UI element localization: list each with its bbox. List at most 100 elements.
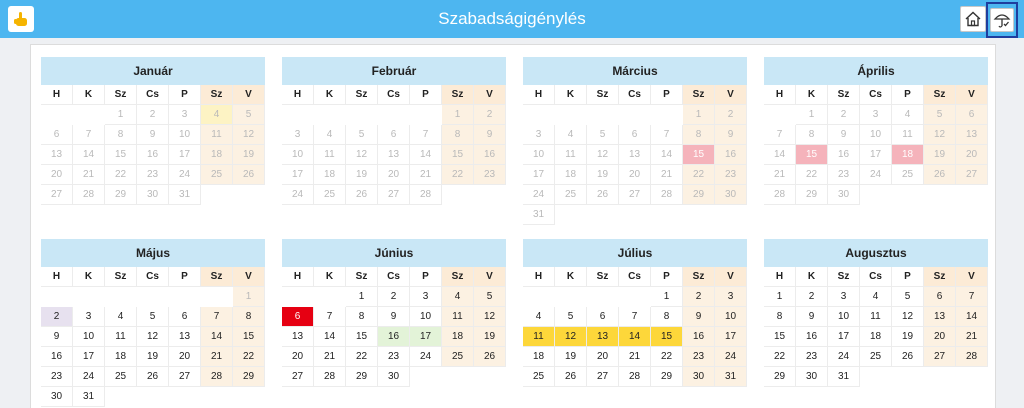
day-cell[interactable]: 19 <box>474 327 506 347</box>
day-cell[interactable]: 1 <box>442 105 474 125</box>
day-cell[interactable]: 28 <box>651 185 683 205</box>
day-cell[interactable]: 3 <box>282 125 314 145</box>
day-cell[interactable]: 22 <box>651 347 683 367</box>
day-cell[interactable]: 26 <box>924 165 956 185</box>
day-cell[interactable]: 14 <box>651 145 683 165</box>
day-cell[interactable]: 9 <box>137 125 169 145</box>
day-cell[interactable]: 20 <box>619 165 651 185</box>
day-cell[interactable]: 5 <box>892 287 924 307</box>
day-cell[interactable]: 24 <box>523 185 555 205</box>
day-cell[interactable]: 12 <box>474 307 506 327</box>
day-cell[interactable]: 6 <box>378 125 410 145</box>
day-cell[interactable]: 23 <box>474 165 506 185</box>
day-cell[interactable]: 5 <box>233 105 265 125</box>
day-cell[interactable]: 22 <box>796 165 828 185</box>
day-cell[interactable]: 31 <box>73 387 105 407</box>
day-cell[interactable]: 17 <box>828 327 860 347</box>
day-cell[interactable]: 17 <box>523 165 555 185</box>
day-cell[interactable]: 16 <box>378 327 410 347</box>
day-cell[interactable]: 11 <box>892 125 924 145</box>
day-cell[interactable]: 24 <box>73 367 105 387</box>
day-cell[interactable]: 15 <box>651 327 683 347</box>
day-cell[interactable]: 8 <box>683 125 715 145</box>
day-cell[interactable]: 23 <box>715 165 747 185</box>
day-cell[interactable]: 30 <box>41 387 73 407</box>
day-cell[interactable]: 1 <box>683 105 715 125</box>
day-cell[interactable]: 22 <box>442 165 474 185</box>
day-cell[interactable]: 27 <box>956 165 988 185</box>
day-cell[interactable]: 12 <box>587 145 619 165</box>
day-cell[interactable]: 19 <box>892 327 924 347</box>
day-cell[interactable]: 3 <box>169 105 201 125</box>
day-cell[interactable]: 18 <box>442 327 474 347</box>
day-cell[interactable]: 21 <box>73 165 105 185</box>
day-cell[interactable]: 29 <box>346 367 378 387</box>
day-cell[interactable]: 28 <box>73 185 105 205</box>
day-cell[interactable]: 27 <box>378 185 410 205</box>
day-cell[interactable]: 13 <box>282 327 314 347</box>
day-cell[interactable]: 8 <box>796 125 828 145</box>
day-cell[interactable]: 9 <box>41 327 73 347</box>
day-cell[interactable]: 19 <box>233 145 265 165</box>
day-cell[interactable]: 6 <box>169 307 201 327</box>
day-cell[interactable]: 10 <box>282 145 314 165</box>
day-cell[interactable]: 28 <box>619 367 651 387</box>
day-cell[interactable]: 25 <box>860 347 892 367</box>
day-cell[interactable]: 12 <box>555 327 587 347</box>
day-cell[interactable]: 26 <box>587 185 619 205</box>
day-cell[interactable]: 10 <box>715 307 747 327</box>
day-cell[interactable]: 25 <box>892 165 924 185</box>
day-cell[interactable]: 11 <box>201 125 233 145</box>
day-cell[interactable]: 29 <box>233 367 265 387</box>
day-cell[interactable]: 30 <box>828 185 860 205</box>
day-cell[interactable]: 1 <box>346 287 378 307</box>
day-cell[interactable]: 9 <box>378 307 410 327</box>
day-cell[interactable]: 5 <box>587 125 619 145</box>
day-cell[interactable]: 10 <box>828 307 860 327</box>
day-cell[interactable]: 24 <box>169 165 201 185</box>
day-cell[interactable]: 8 <box>346 307 378 327</box>
day-cell[interactable]: 27 <box>41 185 73 205</box>
day-cell[interactable]: 27 <box>587 367 619 387</box>
day-cell[interactable]: 12 <box>137 327 169 347</box>
day-cell[interactable]: 15 <box>796 145 828 165</box>
day-cell[interactable]: 27 <box>282 367 314 387</box>
day-cell[interactable]: 21 <box>201 347 233 367</box>
day-cell[interactable]: 19 <box>587 165 619 185</box>
day-cell[interactable]: 15 <box>233 327 265 347</box>
day-cell[interactable]: 29 <box>764 367 796 387</box>
day-cell[interactable]: 11 <box>555 145 587 165</box>
day-cell[interactable]: 3 <box>828 287 860 307</box>
day-cell[interactable]: 21 <box>619 347 651 367</box>
day-cell[interactable]: 12 <box>892 307 924 327</box>
day-cell[interactable]: 31 <box>523 205 555 225</box>
day-cell[interactable]: 13 <box>956 125 988 145</box>
day-cell[interactable]: 6 <box>282 307 314 327</box>
day-cell[interactable]: 13 <box>587 327 619 347</box>
day-cell[interactable]: 7 <box>764 125 796 145</box>
day-cell[interactable]: 18 <box>892 145 924 165</box>
day-cell[interactable]: 26 <box>137 367 169 387</box>
day-cell[interactable]: 5 <box>555 307 587 327</box>
day-cell[interactable]: 29 <box>105 185 137 205</box>
day-cell[interactable]: 20 <box>378 165 410 185</box>
day-cell[interactable]: 2 <box>474 105 506 125</box>
day-cell[interactable]: 10 <box>169 125 201 145</box>
day-cell[interactable]: 24 <box>715 347 747 367</box>
day-cell[interactable]: 25 <box>314 185 346 205</box>
day-cell[interactable]: 3 <box>860 105 892 125</box>
day-cell[interactable]: 13 <box>619 145 651 165</box>
day-cell[interactable]: 4 <box>860 287 892 307</box>
day-cell[interactable]: 14 <box>314 327 346 347</box>
day-cell[interactable]: 19 <box>346 165 378 185</box>
day-cell[interactable]: 15 <box>346 327 378 347</box>
day-cell[interactable]: 6 <box>41 125 73 145</box>
day-cell[interactable]: 3 <box>523 125 555 145</box>
day-cell[interactable]: 21 <box>410 165 442 185</box>
day-cell[interactable]: 18 <box>555 165 587 185</box>
day-cell[interactable]: 5 <box>137 307 169 327</box>
day-cell[interactable]: 3 <box>410 287 442 307</box>
day-cell[interactable]: 2 <box>41 307 73 327</box>
day-cell[interactable]: 14 <box>73 145 105 165</box>
day-cell[interactable]: 7 <box>73 125 105 145</box>
